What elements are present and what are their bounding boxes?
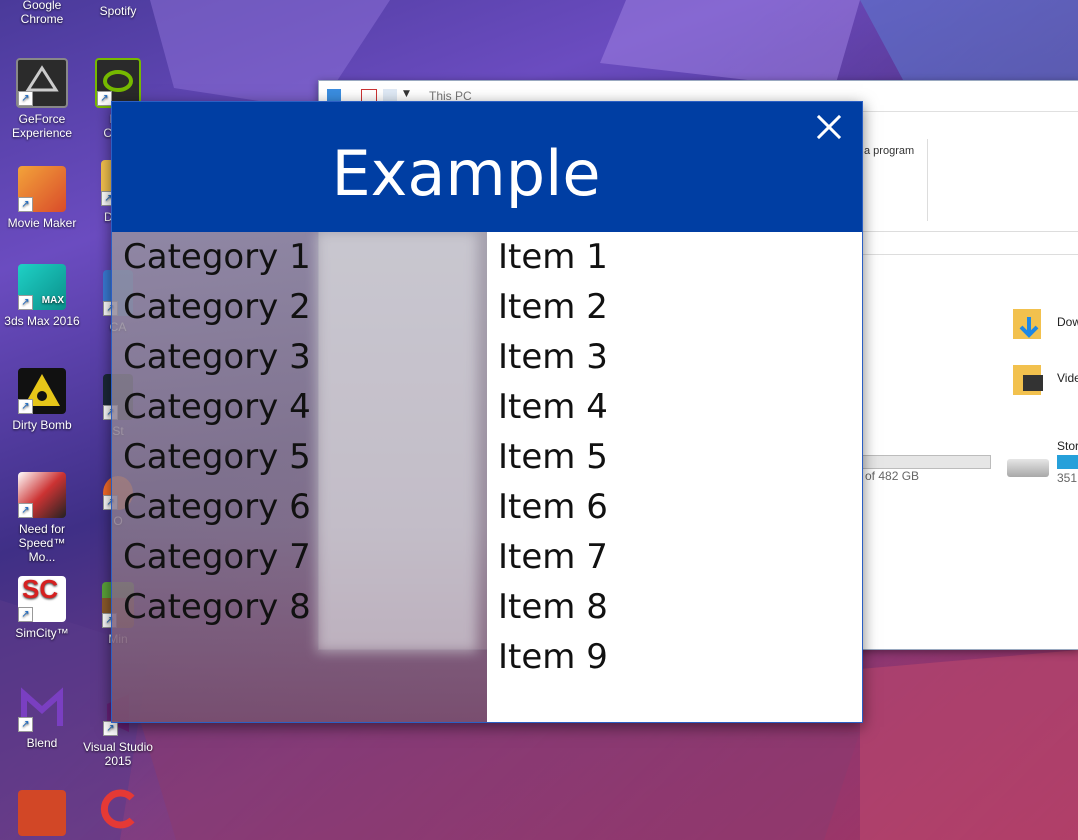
example-dialog[interactable]: Example Category 1 Category 2 Category 3 Ca… [111,101,863,723]
need-for-speed-icon: ↗ [18,472,66,518]
sc-badge: SC [22,574,59,604]
item-list: Item 1 Item 2 Item 3 Item 4 Item 5 Item 6 Item… [487,232,608,682]
desktop-icon-ccleaner[interactable] [80,786,156,836]
wallpaper-facet [860,0,1078,90]
shortcut-arrow-icon: ↗ [18,607,33,622]
item-pane: Item 1 Item 2 Item 3 Item 4 Item 5 Item 6 Item… [487,232,862,722]
3ds-max-icon: MAX ↗ [18,264,66,310]
ribbon-divider [927,139,928,221]
downloads-folder-label[interactable]: Dow [1057,315,1078,329]
desktop-icon-label: GeForce Experience [12,112,73,140]
shortcut-arrow-icon: ↗ [18,503,33,518]
list-item-7[interactable]: Item 7 [487,532,608,582]
dirty-bomb-icon: ↗ [18,368,66,414]
max-badge: MAX [41,295,64,306]
storage-drive-free-text: 351 [1057,471,1078,485]
desktop-icon-blend[interactable]: ↗ Blend [4,686,80,750]
wallpaper-facet [140,720,860,840]
close-icon [816,114,842,140]
blend-icon: ↗ [18,686,66,732]
desktop-icon-dirty-bomb[interactable]: ↗ Dirty Bomb [4,368,80,432]
storage-drive-label[interactable]: Stor [1057,439,1078,453]
category-list: Category 1 Category 2 Category 3 Category 4… [112,232,311,632]
desktop-icon-spotify[interactable]: Spotify [80,4,156,18]
downloads-folder-icon[interactable] [1011,303,1047,339]
desktop-icon-label: SimCity™ [15,626,69,640]
desktop-icon-label: Visual Studio 2015 [83,740,153,768]
shortcut-arrow-icon: ↗ [18,295,33,310]
desktop-icon-label: 3ds Max 2016 [4,314,80,328]
wallpaper-facet [860,650,1078,840]
category-item-3[interactable]: Category 3 [112,332,311,382]
videos-folder-label[interactable]: Vide [1057,371,1078,385]
address-bar-area [859,231,1078,255]
desktop-icon-label: Spotify [99,4,137,18]
desktop-icon-need-for-speed[interactable]: ↗ Need for Speed™ Mo... [4,472,80,564]
desktop-icon-label: Movie Maker [7,216,77,230]
desktop-icon-chrome[interactable]: Google Chrome [4,0,80,26]
category-item-5[interactable]: Category 5 [112,432,311,482]
drive-usage-bar [859,455,991,469]
category-item-2[interactable]: Category 2 [112,282,311,332]
wallpaper-facet [600,0,860,90]
shortcut-arrow-icon: ↗ [97,91,112,106]
desktop-icon-movie-maker[interactable]: ↗ Movie Maker [4,166,80,230]
desktop-icon-label: Google Chrome [20,0,64,26]
powerpoint-icon [18,790,66,836]
drive-size-text: of 482 GB [865,469,920,483]
category-item-7[interactable]: Category 7 [112,532,311,582]
hard-drive-icon[interactable] [1007,459,1049,477]
movie-maker-icon: ↗ [18,166,66,212]
storage-drive-usage-bar [1057,455,1078,469]
list-item-1[interactable]: Item 1 [487,232,608,282]
shortcut-arrow-icon: ↗ [18,197,33,212]
dialog-header: Example [112,102,862,232]
shortcut-arrow-icon: ↗ [18,717,33,732]
new-folder-icon[interactable] [383,89,397,101]
close-button[interactable] [812,110,846,144]
list-item-8[interactable]: Item 8 [487,582,608,632]
videos-folder-icon[interactable] [1011,359,1047,395]
list-item-3[interactable]: Item 3 [487,332,608,382]
shortcut-arrow-icon: ↗ [18,399,33,414]
desktop-icon-label: Need for Speed™ Mo... [18,522,66,564]
list-item-9[interactable]: Item 9 [487,632,608,682]
chevron-down-icon[interactable]: ▼ [403,89,413,101]
category-pane: Category 1 Category 2 Category 3 Category 4… [112,232,487,722]
desktop-icon-label: Blend [26,736,58,750]
desktop-icon-simcity[interactable]: SC ↗ SimCity™ [4,576,80,640]
acrylic-blur-backdrop [317,232,477,652]
desktop-icon-label: Dirty Bomb [12,418,72,432]
shortcut-arrow-icon: ↗ [103,721,118,736]
list-item-2[interactable]: Item 2 [487,282,608,332]
computer-icon [327,89,341,101]
ribbon-uninstall-program[interactable]: a program [864,145,914,157]
shortcut-arrow-icon: ↗ [18,91,33,106]
geforce-icon: ↗ [16,58,68,108]
simcity-icon: SC ↗ [18,576,66,622]
desktop-icon-3ds-max[interactable]: MAX ↗ 3ds Max 2016 [4,264,80,328]
list-item-5[interactable]: Item 5 [487,432,608,482]
category-item-6[interactable]: Category 6 [112,482,311,532]
dialog-title: Example [331,137,601,210]
list-item-6[interactable]: Item 6 [487,482,608,532]
category-item-1[interactable]: Category 1 [112,232,311,282]
category-item-4[interactable]: Category 4 [112,382,311,432]
desktop-icon-powerpoint[interactable] [4,790,80,840]
desktop-icon-geforce-experience[interactable]: ↗ GeForce Experience [4,58,80,140]
ccleaner-icon [94,786,142,832]
category-item-8[interactable]: Category 8 [112,582,311,632]
list-item-4[interactable]: Item 4 [487,382,608,432]
